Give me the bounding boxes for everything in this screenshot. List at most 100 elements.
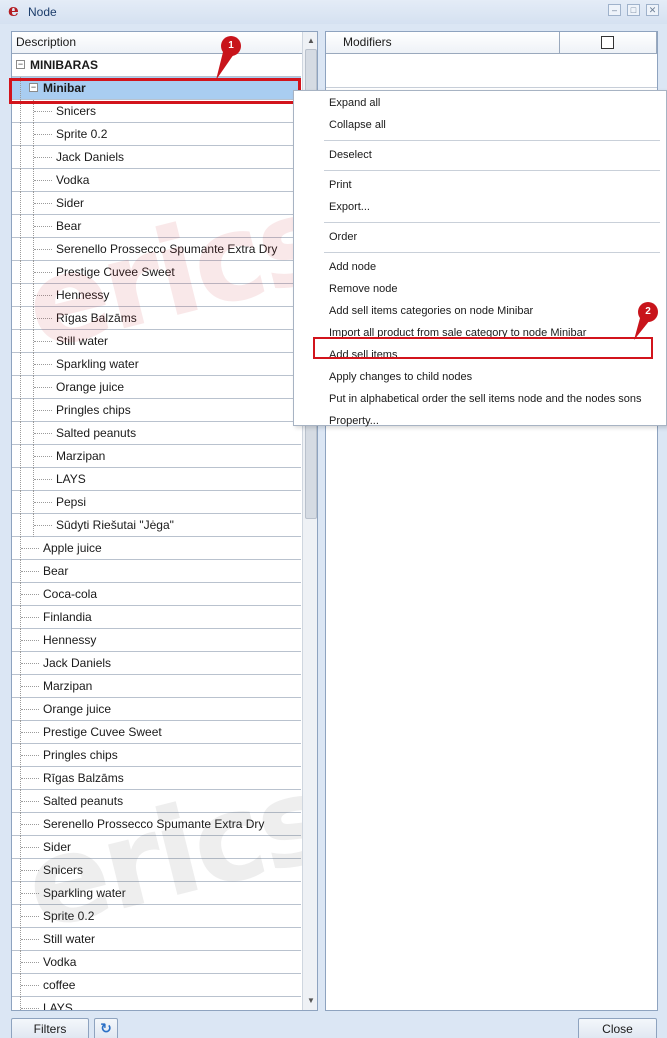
tree-row[interactable]: Orange juice [12,698,301,721]
tree-row-label: Marzipan [43,679,93,693]
menu-item-apply-changes-to-child-nodes[interactable]: Apply changes to child nodes [329,367,472,387]
tree-row[interactable]: Serenello Prossecco Spumante Extra Dry [12,238,301,261]
menu-item-deselect[interactable]: Deselect [329,145,372,165]
tree-row[interactable]: Pringles chips [12,399,301,422]
tree-guide-line [20,514,21,537]
modifiers-column-header[interactable]: Modifiers [326,32,560,54]
tree-row[interactable]: Bear [12,560,301,583]
tree-row[interactable]: Sider [12,192,301,215]
menu-item-export[interactable]: Export... [329,197,370,217]
tree-guide-line [21,801,39,802]
tree-row[interactable]: Pepsi [12,491,301,514]
tree-row[interactable]: coffee [12,974,301,997]
menu-item-order[interactable]: Order [329,227,357,247]
app-logo-icon: e [8,1,19,21]
select-all-checkbox[interactable] [601,36,614,49]
tree-row-label: Vodka [56,173,90,187]
tree-row-label: Still water [56,334,109,348]
tree-guide-line [34,318,52,319]
tree-guide-line [34,410,52,411]
tree-guide-line [34,456,52,457]
tree-row[interactable]: Bear [12,215,301,238]
tree-guide-line [34,226,52,227]
collapse-toggle-icon[interactable]: − [16,60,25,69]
tree-row[interactable]: Jack Daniels [12,652,301,675]
tree-row-label: Sparkling water [56,357,139,371]
scroll-up-arrow-icon[interactable]: ▲ [305,35,317,47]
menu-item-add-sell-items[interactable]: Add sell items [329,345,397,365]
tree-row[interactable]: Hennessy [12,629,301,652]
column-divider [656,32,657,54]
tree-rows: − MINIBARAS − Minibar Snicers Sprite 0.2 Jack … [12,54,301,1011]
tree-row[interactable]: Vodka [12,169,301,192]
menu-item-collapse-all[interactable]: Collapse all [329,115,386,135]
tree-guide-line [34,387,52,388]
modifiers-header: Modifiers [326,32,657,54]
tree-row-label: LAYS [43,1001,73,1011]
tree-guide-line [34,364,52,365]
scroll-down-arrow-icon[interactable]: ▼ [305,995,317,1007]
tree-row[interactable]: Marzipan [12,445,301,468]
tree-row[interactable]: Sprite 0.2 [12,905,301,928]
tree-row[interactable]: Jack Daniels [12,146,301,169]
menu-item-property[interactable]: Property... [329,411,379,431]
tree-row[interactable]: Prestige Cuvee Sweet [12,261,301,284]
menu-item-expand-all[interactable]: Expand all [329,93,380,113]
tree-row[interactable]: Vodka [12,951,301,974]
tree-row[interactable]: − Minibar [12,77,301,100]
menu-separator [324,252,660,253]
tree-row-label: Pringles chips [43,748,118,762]
tree-row[interactable]: Pringles chips [12,744,301,767]
filters-button[interactable]: Filters [11,1018,89,1038]
tree-row[interactable]: Apple juice [12,537,301,560]
menu-item-add-node[interactable]: Add node [329,257,376,277]
tree-guide-line [20,238,21,261]
tree-row[interactable]: Rīgas Balzāms [12,307,301,330]
maximize-button[interactable]: □ [627,4,640,16]
tree-row[interactable]: Prestige Cuvee Sweet [12,721,301,744]
callout-pointer-1-icon [216,52,234,80]
collapse-toggle-icon[interactable]: − [29,83,38,92]
tree-row[interactable]: LAYS [12,997,301,1011]
tree-row-label: Still water [43,932,96,946]
tree-row[interactable]: − MINIBARAS [12,54,301,77]
menu-item-import-all-product-from-sale-category-to-node-minibar[interactable]: Import all product from sale category to… [329,323,586,343]
minimize-button[interactable]: – [608,4,621,16]
tree-row[interactable]: Still water [12,928,301,951]
close-button[interactable]: Close [578,1018,657,1038]
tree-row[interactable]: Snicers [12,100,301,123]
menu-item-put-in-alphabetical-order-the-sell-items-node-and-the-nodes-sons[interactable]: Put in alphabetical order the sell items… [329,389,641,409]
tree-row[interactable]: Orange juice [12,376,301,399]
tree-guide-line [20,376,21,399]
tree-row[interactable]: Salted peanuts [12,422,301,445]
tree-guide-line [21,916,39,917]
description-column-header[interactable]: Description [12,32,302,54]
tree-row[interactable]: Sparkling water [12,353,301,376]
menu-item-print[interactable]: Print [329,175,352,195]
tree-guide-line [21,709,39,710]
tree-row[interactable]: Still water [12,330,301,353]
tree-guide-line [21,755,39,756]
tree-guide-line [34,295,52,296]
tree-row[interactable]: Rīgas Balzāms [12,767,301,790]
tree-row[interactable]: Coca-cola [12,583,301,606]
tree-row[interactable]: Sider [12,836,301,859]
tree-row[interactable]: Salted peanuts [12,790,301,813]
tree-guide-line [21,870,39,871]
refresh-icon[interactable]: ↻ [94,1018,118,1038]
tree-guide-line [20,146,21,169]
tree-row[interactable]: Snicers [12,859,301,882]
menu-item-add-sell-items-categories-on-node-minibar[interactable]: Add sell items categories on node Miniba… [329,301,533,321]
tree-row[interactable]: LAYS [12,468,301,491]
menu-item-remove-node[interactable]: Remove node [329,279,398,299]
tree-row[interactable]: Serenello Prossecco Spumante Extra Dry [12,813,301,836]
tree-row-label: Sprite 0.2 [56,127,108,141]
tree-row[interactable]: Sūdyti Riešutai "Jėga" [12,514,301,537]
tree-guide-line [34,502,52,503]
tree-row[interactable]: Sparkling water [12,882,301,905]
tree-row[interactable]: Finlandia [12,606,301,629]
tree-row[interactable]: Hennessy [12,284,301,307]
close-window-button[interactable]: ✕ [646,4,659,16]
tree-row[interactable]: Marzipan [12,675,301,698]
tree-row[interactable]: Sprite 0.2 [12,123,301,146]
